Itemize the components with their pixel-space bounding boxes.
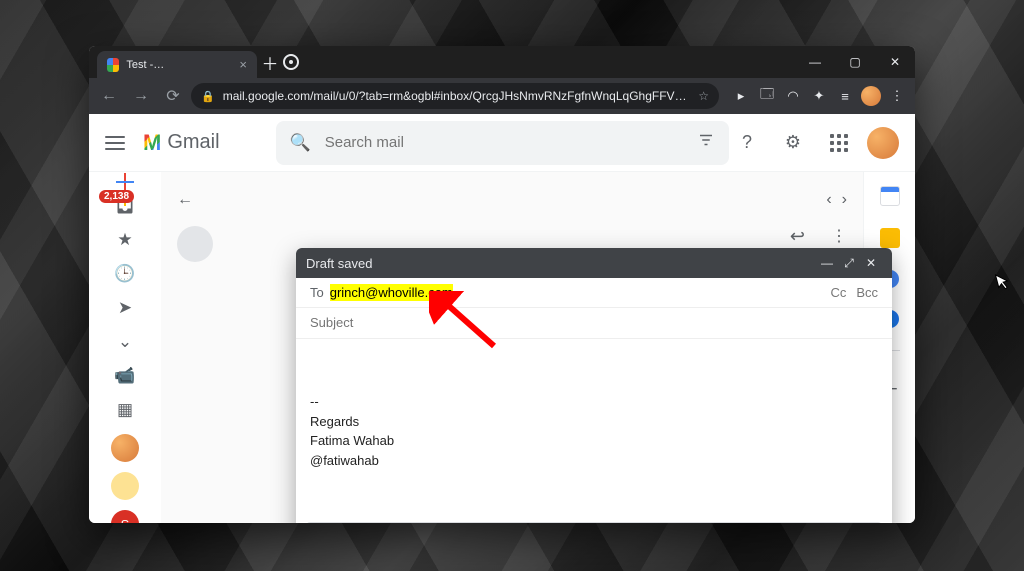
support-icon[interactable]: ?: [729, 125, 765, 161]
meet-icon[interactable]: 📹: [113, 366, 137, 386]
gmail-favicon: [107, 58, 119, 72]
main-menu-icon[interactable]: [105, 136, 125, 150]
subject-row[interactable]: [296, 308, 892, 339]
extension-vpn-icon[interactable]: ◠: [781, 84, 805, 108]
chat-avatar-1[interactable]: [111, 434, 139, 462]
minimize-button[interactable]: —: [795, 46, 835, 78]
url-text: mail.google.com/mail/u/0/?tab=rm&ogbl#in…: [223, 89, 691, 103]
snoozed-icon[interactable]: 🕒: [113, 264, 137, 284]
hangouts-icon[interactable]: ▦: [113, 400, 137, 420]
new-tab-button[interactable]: ＋: [257, 46, 283, 78]
browser-titlebar: Test -- G × ＋ — ▢ ✕: [89, 46, 915, 78]
inbox-icon[interactable]: 2,138: [113, 196, 137, 216]
search-filters-icon[interactable]: [697, 131, 715, 154]
cc-link[interactable]: Cc: [830, 285, 846, 300]
more-chevron-icon[interactable]: ⌄: [113, 332, 137, 352]
starred-icon[interactable]: ★: [113, 230, 137, 250]
settings-gear-icon[interactable]: ⚙: [775, 125, 811, 161]
extensions-puzzle-icon[interactable]: ✦: [807, 84, 831, 108]
gmail-logo[interactable]: M Gmail: [143, 130, 220, 156]
message-more-icon[interactable]: ⋮: [831, 226, 847, 246]
compose-body[interactable]: -- Regards Fatima Wahab @fatiwahab: [296, 339, 892, 522]
search-bar[interactable]: 🔍: [276, 121, 729, 165]
to-recipient-highlighted[interactable]: grinch@whoville.com: [330, 284, 453, 301]
tab-title: Test -- G: [126, 59, 232, 71]
profile-avatar-small[interactable]: [859, 84, 883, 108]
compose-minimize-icon[interactable]: —: [816, 256, 838, 270]
search-input[interactable]: [325, 134, 683, 151]
sender-avatar: [177, 226, 213, 262]
extension-list-icon[interactable]: ≡: [833, 84, 857, 108]
account-avatar[interactable]: [867, 127, 899, 159]
compose-window: Draft saved — ⤢ ✕ To grinch@whoville.com…: [296, 248, 892, 523]
forward-button[interactable]: →: [127, 82, 155, 110]
browser-toolbar: ← → ⟳ 🔒 mail.google.com/mail/u/0/?tab=rm…: [89, 78, 915, 114]
chat-avatar-2[interactable]: [111, 472, 139, 500]
calendar-icon[interactable]: [880, 186, 900, 206]
browser-tab[interactable]: Test -- G ×: [97, 51, 257, 78]
bcc-link[interactable]: Bcc: [856, 285, 878, 300]
back-button[interactable]: ←: [95, 82, 123, 110]
back-to-inbox-icon[interactable]: ←: [177, 191, 193, 209]
reply-icon[interactable]: ↩: [790, 226, 805, 247]
extension-translate-icon[interactable]: 🗔: [755, 84, 779, 108]
search-icon: 🔍: [290, 133, 311, 153]
close-window-button[interactable]: ✕: [875, 46, 915, 78]
browser-menu-icon[interactable]: ⋮: [885, 84, 909, 108]
close-tab-icon[interactable]: ×: [239, 57, 247, 72]
gmail-header: M Gmail 🔍 ? ⚙: [89, 114, 915, 172]
inbox-count-badge: 2,138: [99, 190, 134, 203]
sent-icon[interactable]: ➤: [113, 298, 137, 318]
compose-close-icon[interactable]: ✕: [860, 256, 882, 270]
left-navigation: 2,138 ★ 🕒 ➤ ⌄ 📹 ▦ S: [89, 172, 161, 523]
address-bar[interactable]: 🔒 mail.google.com/mail/u/0/?tab=rm&ogbl#…: [191, 83, 719, 109]
compose-header[interactable]: Draft saved — ⤢ ✕: [296, 248, 892, 278]
formatting-toolbar: ↶ ↷ Sans Serif ▼ тT▼ B I U A▼ ≡▼ ❝ S T×: [306, 522, 882, 523]
lock-icon: 🔒: [201, 90, 215, 103]
bookmark-star-icon[interactable]: ☆: [698, 89, 709, 103]
keep-icon[interactable]: [880, 228, 900, 248]
subject-input[interactable]: [310, 315, 878, 330]
window-controls: — ▢ ✕: [795, 46, 915, 78]
to-field-row[interactable]: To grinch@whoville.com Cc Bcc: [296, 278, 892, 308]
extensions: ▸ 🗔 ◠ ✦ ≡ ⋮: [729, 84, 909, 108]
to-label: To: [310, 285, 324, 300]
prev-msg-icon[interactable]: ‹: [826, 191, 831, 209]
chat-avatar-3[interactable]: S: [111, 510, 139, 523]
gmail-brand-text: Gmail: [167, 131, 219, 154]
reload-button[interactable]: ⟳: [159, 82, 187, 110]
compose-fullscreen-icon[interactable]: ⤢: [838, 256, 860, 271]
next-msg-icon[interactable]: ›: [842, 191, 847, 209]
gmail-m-icon: M: [143, 130, 161, 156]
gmail-app: M Gmail 🔍 ? ⚙ 2,138: [89, 114, 915, 523]
maximize-button[interactable]: ▢: [835, 46, 875, 78]
recording-indicator-icon: [283, 54, 299, 70]
extension-pocket-icon[interactable]: ▸: [729, 84, 753, 108]
chrome-window: Test -- G × ＋ — ▢ ✕ ← → ⟳ 🔒 mail.google.…: [89, 46, 915, 523]
compose-title: Draft saved: [306, 256, 816, 271]
google-apps-icon[interactable]: [821, 125, 857, 161]
